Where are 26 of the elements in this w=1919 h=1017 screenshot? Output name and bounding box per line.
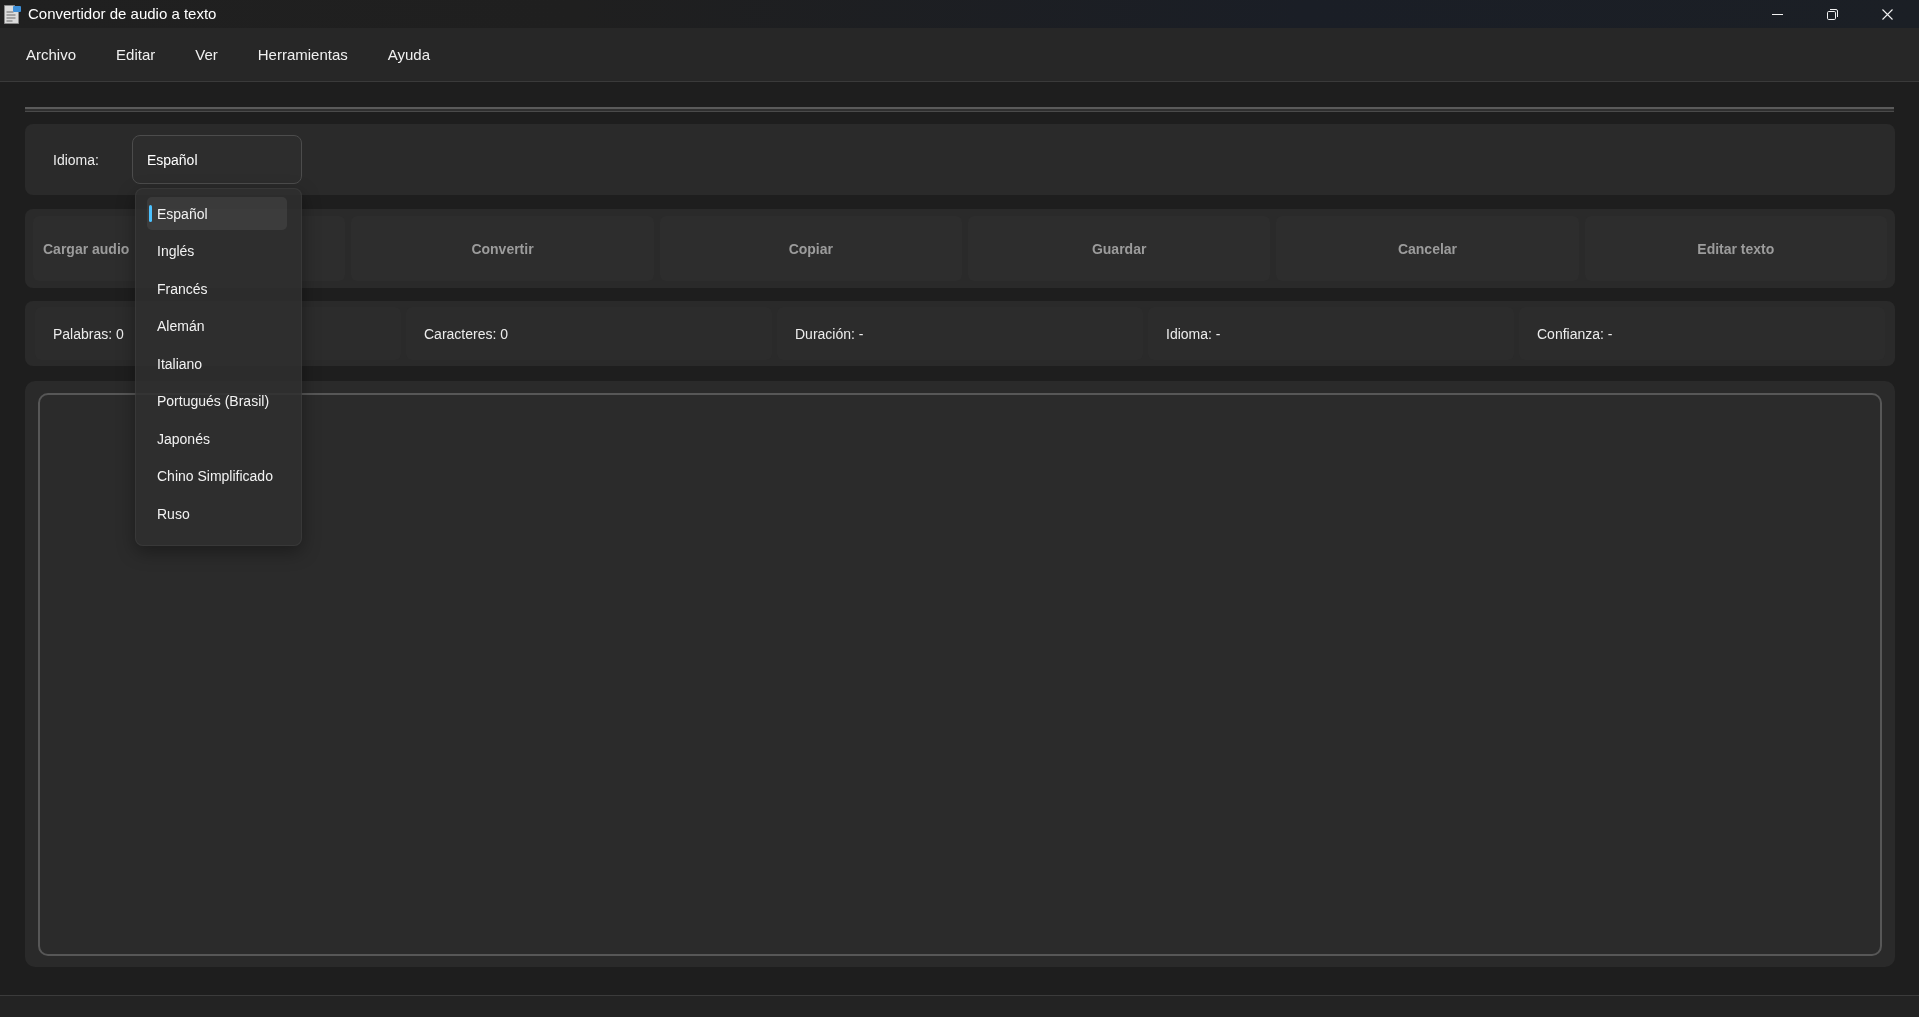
close-icon [1882,8,1893,20]
stat-text: Confianza: - [1537,325,1613,342]
minimize-icon [1772,13,1783,15]
menu-item[interactable]: Ayuda [377,41,441,68]
dropdown-option[interactable]: Italiano [147,347,287,380]
window-title: Convertidor de audio a texto [28,5,217,23]
dropdown-option[interactable]: Español [147,197,287,230]
menu-item[interactable]: Herramientas [247,41,358,68]
dropdown-option[interactable]: Chino Simplificado [147,459,287,493]
dropdown-option[interactable]: Alemán [147,309,287,343]
stat-text: Idioma: - [1166,325,1221,342]
stat-text: Caracteres: 0 [424,325,509,342]
dropdown-option[interactable]: Inglés [147,234,287,268]
language-dropdown[interactable]: Español [131,135,302,184]
language-label: Idioma: [53,151,99,168]
dropdown-option[interactable]: Portugués (Brasil) [147,384,287,418]
menu-item[interactable]: Archivo [16,41,87,68]
dropdown-option[interactable]: Ruso [147,497,287,530]
dropdown-option[interactable]: Francés [147,272,287,305]
menu-item[interactable]: Editar [106,41,166,68]
stat-text: Palabras: 0 [53,325,124,342]
stat-text: Duración: - [795,325,864,342]
document-icon [4,4,21,24]
restore-icon [1827,8,1838,20]
dropdown-option[interactable]: Japonés [147,422,287,455]
menu-item[interactable]: Ver [185,41,228,68]
